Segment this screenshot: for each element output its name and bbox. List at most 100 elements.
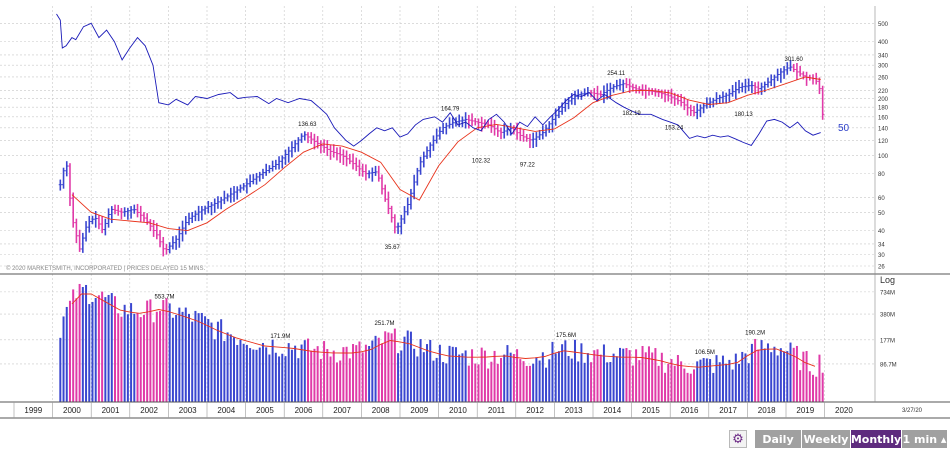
- volume-bar: [580, 343, 583, 402]
- year-label: 2012: [526, 406, 544, 415]
- volume-annotation: 171.9M: [270, 334, 290, 340]
- price-tick-label: 140: [878, 126, 889, 132]
- date-label: 3/27/20: [902, 408, 923, 414]
- volume-bar: [512, 354, 515, 402]
- volume-bar: [734, 353, 737, 402]
- price-tick-label: 100: [878, 154, 889, 160]
- volume-bar: [329, 356, 332, 402]
- toolbar-button-1-min[interactable]: 1 min ▴: [902, 430, 947, 448]
- volume-bar: [429, 339, 432, 402]
- volume-bar: [718, 362, 721, 402]
- toolbar-button-weekly[interactable]: Weekly: [802, 430, 850, 448]
- volume-bar: [371, 340, 374, 402]
- volume-bar: [249, 348, 252, 402]
- volume-bar: [577, 361, 580, 402]
- volume-bar: [155, 311, 158, 402]
- volume-bar: [181, 311, 184, 402]
- volume-bar: [323, 341, 326, 402]
- volume-bar: [670, 359, 673, 402]
- volume-bar: [545, 367, 548, 402]
- volume-bar: [191, 321, 194, 402]
- volume-bar: [548, 359, 551, 402]
- year-label: 2004: [217, 406, 235, 415]
- price-tick-label: 30: [878, 253, 885, 259]
- volume-bar: [207, 319, 210, 402]
- volume-bar: [255, 349, 258, 402]
- volume-bar: [233, 337, 236, 402]
- volume-bar: [606, 362, 609, 402]
- volume-bar: [480, 347, 483, 402]
- volume-bar: [290, 349, 293, 402]
- toolbar-button-daily[interactable]: Daily: [755, 430, 801, 448]
- volume-bar: [380, 343, 383, 402]
- volume-bar: [406, 330, 409, 402]
- price-tick-label: 40: [878, 229, 885, 235]
- volume-bar: [294, 345, 297, 402]
- price-tick-label: 50: [878, 211, 885, 217]
- volume-bar: [596, 349, 599, 402]
- volume-bar: [400, 350, 403, 402]
- volume-tick-label: 86.7M: [880, 362, 897, 368]
- volume-bar: [628, 350, 631, 402]
- volume-bar: [245, 344, 248, 402]
- volume-bar: [503, 354, 506, 402]
- volume-bar: [622, 348, 625, 402]
- volume-bar: [374, 335, 377, 402]
- volume-bar: [226, 332, 229, 402]
- volume-bar: [159, 311, 162, 402]
- volume-bar: [541, 352, 544, 402]
- volume-bar: [171, 317, 174, 402]
- volume-bar: [165, 298, 168, 402]
- year-label: 1999: [24, 406, 42, 415]
- volume-bar: [609, 362, 612, 402]
- volume-bar: [561, 344, 564, 402]
- price-tick-label: 80: [878, 172, 885, 178]
- volume-bar: [786, 351, 789, 402]
- volume-bar: [638, 360, 641, 402]
- volume-bar: [644, 352, 647, 402]
- volume-bar: [728, 359, 731, 402]
- volume-bar: [303, 340, 306, 402]
- volume-bar: [754, 338, 757, 402]
- price-tick-label: 160: [878, 115, 889, 121]
- volume-bar: [664, 372, 667, 402]
- volume-bar: [599, 354, 602, 402]
- gear-icon[interactable]: ⚙: [729, 430, 747, 448]
- year-label: 2019: [796, 406, 814, 415]
- volume-bar: [812, 374, 815, 402]
- volume-bar: [223, 341, 226, 402]
- volume-bar: [358, 341, 361, 402]
- volume-bar: [593, 350, 596, 402]
- volume-bar: [68, 300, 71, 402]
- price-tick-label: 220: [878, 89, 889, 95]
- volume-bar: [818, 354, 821, 402]
- volume-bar: [123, 304, 126, 402]
- volume-bar: [59, 337, 62, 402]
- volume-bar: [815, 376, 818, 402]
- volume-bar: [705, 358, 708, 402]
- year-label: 2014: [603, 406, 621, 415]
- price-tick-label: 180: [878, 106, 889, 112]
- volume-bar: [326, 349, 329, 402]
- volume-bar: [615, 356, 618, 402]
- volume-bar: [139, 317, 142, 402]
- volume-bar: [197, 313, 200, 402]
- volume-bar: [65, 306, 68, 402]
- volume-bar: [744, 353, 747, 402]
- volume-bar: [686, 372, 689, 402]
- volume-bar: [114, 296, 117, 402]
- volume-bar: [586, 353, 589, 402]
- volume-bar: [297, 358, 300, 402]
- volume-bar: [590, 362, 593, 402]
- volume-bar: [130, 303, 133, 402]
- toolbar-button-monthly[interactable]: Monthly: [851, 430, 901, 448]
- price-tick-label: 260: [878, 75, 889, 81]
- volume-bar: [345, 346, 348, 402]
- volume-bar: [355, 345, 358, 402]
- volume-tick-label: 177M: [880, 338, 895, 344]
- volume-bar: [625, 348, 628, 402]
- year-label: 2003: [179, 406, 197, 415]
- year-label: 2017: [719, 406, 737, 415]
- volume-bar: [335, 362, 338, 402]
- volume-bar: [364, 344, 367, 402]
